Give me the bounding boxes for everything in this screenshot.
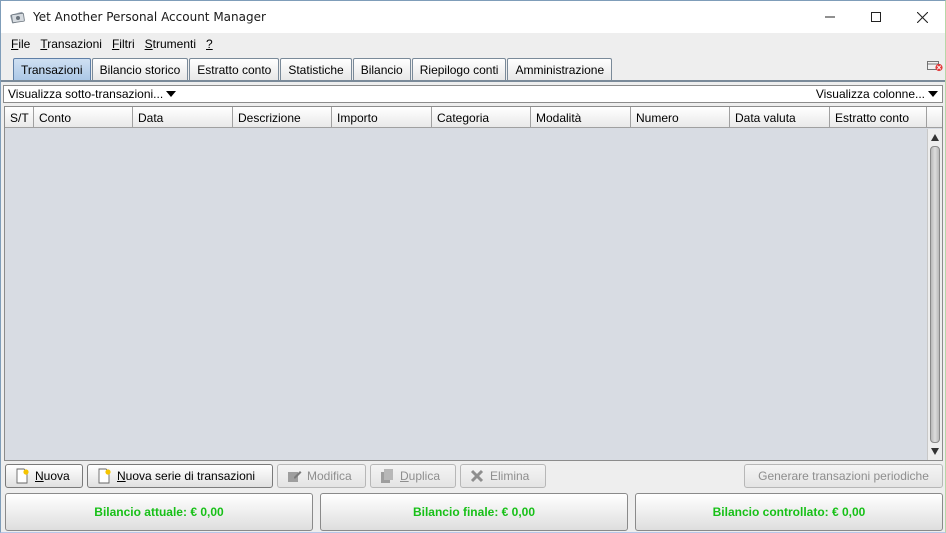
menu-help-mnemonic: ?: [206, 36, 213, 51]
new-button-label: uova: [43, 469, 70, 483]
menu-strumenti-mnemonic: S: [144, 36, 153, 51]
columns-label: Visualizza colonne...: [815, 87, 925, 101]
column-header-st[interactable]: S/T: [5, 107, 34, 128]
column-header-data-valuta[interactable]: Data valuta: [730, 107, 830, 128]
menu-bar: File Transazioni Filtri Strumenti ?: [1, 33, 945, 54]
duplicate-button[interactable]: Duplica: [370, 464, 456, 488]
column-header-estratto-conto[interactable]: Estratto conto: [830, 107, 927, 128]
table-header: S/T Conto Data Descrizione Importo Categ…: [5, 107, 942, 128]
menu-transazioni[interactable]: Transazioni: [35, 37, 107, 51]
generate-periodic-button[interactable]: Generare transazioni periodiche: [744, 464, 943, 488]
new-series-icon: [96, 468, 112, 484]
new-series-button[interactable]: Nuova serie di transazioni: [87, 464, 273, 488]
tab-amministrazione[interactable]: Amministrazione: [507, 58, 613, 81]
new-button[interactable]: Nuova: [5, 464, 83, 488]
tab-divider: [1, 80, 945, 82]
action-bar: Nuova Nuova serie di transazioni Modific…: [1, 464, 945, 490]
column-header-modalita[interactable]: Modalità: [531, 107, 631, 128]
menu-strumenti-label: trumenti: [152, 36, 196, 51]
tab-statistiche[interactable]: Statistiche: [280, 58, 352, 81]
menu-file[interactable]: File: [6, 37, 35, 51]
transactions-table: S/T Conto Data Descrizione Importo Categ…: [4, 106, 943, 461]
edit-icon: [286, 468, 302, 484]
maximize-button[interactable]: [853, 1, 899, 33]
scroll-thumb[interactable]: [930, 146, 940, 443]
checked-balance: Bilancio controllato: € 0,00: [635, 493, 943, 531]
close-button[interactable]: [899, 1, 945, 33]
scroll-down-icon[interactable]: [931, 448, 939, 455]
column-header-conto[interactable]: Conto: [34, 107, 133, 128]
money-icon: [10, 10, 26, 24]
new-series-mnemonic: N: [117, 469, 126, 483]
edit-button-label: Modifica: [307, 469, 352, 483]
column-header-importo[interactable]: Importo: [332, 107, 432, 128]
columns-dropdown[interactable]: Visualizza colonne...: [816, 87, 938, 101]
final-balance: Bilancio finale: € 0,00: [320, 493, 628, 531]
tab-strip: Transazioni Bilancio storico Estratto co…: [1, 54, 945, 82]
duplicate-icon: [379, 468, 395, 484]
menu-filtri-label: iltri: [119, 36, 135, 51]
tab-list: Transazioni Bilancio storico Estratto co…: [13, 58, 613, 81]
title-bar: Yet Another Personal Account Manager: [1, 1, 945, 33]
duplicate-mnemonic: D: [400, 469, 409, 483]
app-window: Yet Another Personal Account Manager Fil…: [0, 0, 946, 533]
view-options-bar: Visualizza sotto-transazioni... Visualiz…: [3, 85, 943, 103]
tab-riepilogo-conti[interactable]: Riepilogo conti: [411, 58, 507, 81]
close-tab-icon[interactable]: [927, 60, 943, 72]
balance-bar: Bilancio attuale: € 0,00 Bilancio finale…: [1, 493, 945, 531]
column-header-categoria[interactable]: Categoria: [432, 107, 531, 128]
transactions-panel: Visualizza sotto-transazioni... Visualiz…: [1, 83, 945, 532]
column-header-data[interactable]: Data: [133, 107, 233, 128]
subtransactions-label: Visualizza sotto-transazioni...: [8, 87, 164, 101]
subtransactions-dropdown[interactable]: Visualizza sotto-transazioni...: [8, 87, 177, 101]
minimize-button[interactable]: [807, 1, 853, 33]
menu-filtri[interactable]: Filtri: [107, 37, 140, 51]
tab-estratto-conto[interactable]: Estratto conto: [189, 58, 280, 81]
menu-file-label: ile: [18, 36, 31, 51]
edit-button[interactable]: Modifica: [277, 464, 366, 488]
caret-down-icon: [166, 91, 177, 97]
duplicate-button-label: uplica: [408, 469, 441, 483]
vertical-scrollbar[interactable]: [927, 129, 942, 460]
scroll-up-icon[interactable]: [931, 134, 939, 141]
new-button-mnemonic: N: [35, 469, 44, 483]
window-title: Yet Another Personal Account Manager: [33, 10, 266, 24]
column-header-descrizione[interactable]: Descrizione: [233, 107, 332, 128]
tab-bilancio[interactable]: Bilancio: [352, 58, 411, 81]
minimize-icon: [825, 16, 835, 18]
tab-bilancio-storico[interactable]: Bilancio storico: [91, 58, 189, 81]
column-header-numero[interactable]: Numero: [631, 107, 730, 128]
delete-button[interactable]: Elimina: [460, 464, 546, 488]
tab-transazioni[interactable]: Transazioni: [13, 58, 91, 81]
menu-transazioni-label: ransazioni: [47, 36, 102, 51]
new-document-icon: [14, 468, 30, 484]
current-balance: Bilancio attuale: € 0,00: [5, 493, 313, 531]
maximize-icon: [871, 12, 881, 22]
window-controls: [807, 1, 945, 33]
delete-x-icon: [469, 468, 485, 484]
menu-help[interactable]: ?: [201, 37, 218, 51]
menu-strumenti[interactable]: Strumenti: [140, 37, 201, 51]
close-icon: [916, 11, 928, 23]
new-series-label: uova serie di transazioni: [125, 469, 256, 483]
delete-button-label: Elimina: [490, 469, 530, 483]
caret-down-icon: [928, 91, 938, 97]
